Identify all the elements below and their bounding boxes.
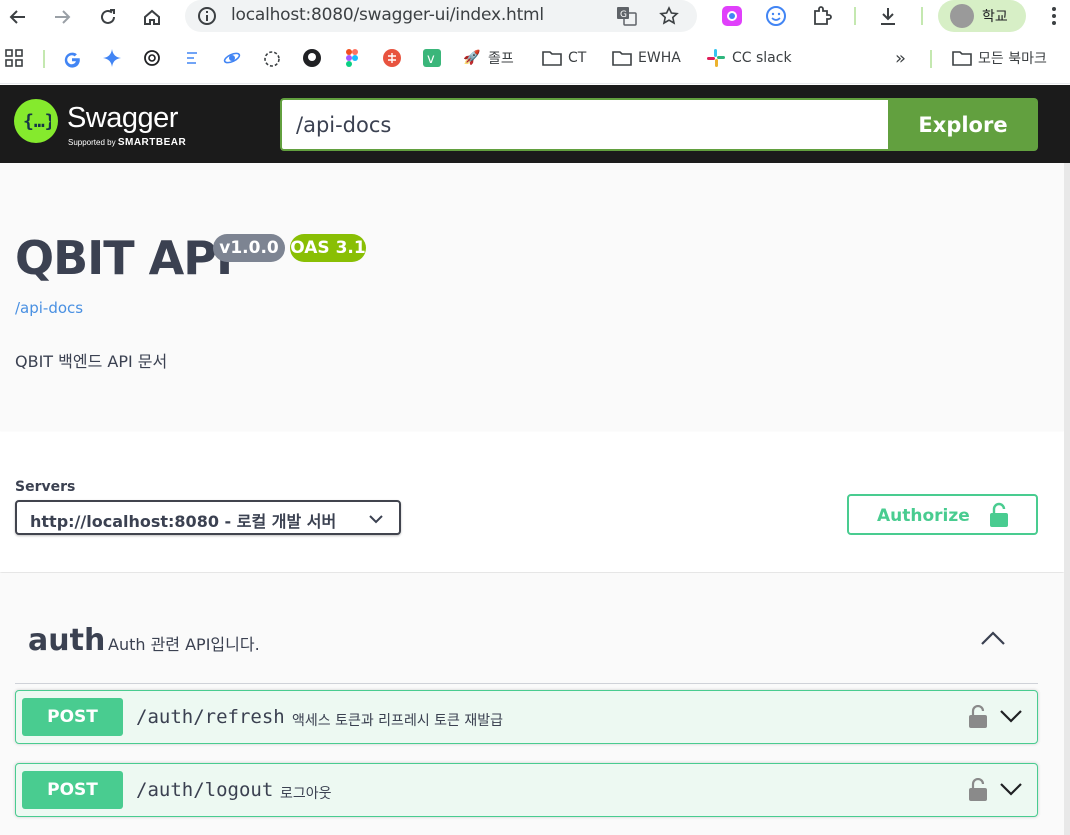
- authorize-label: Authorize: [877, 506, 970, 526]
- extension-colorful-icon[interactable]: [718, 2, 746, 30]
- translate-icon[interactable]: G: [615, 4, 639, 28]
- forward-arrow-icon: [55, 10, 71, 24]
- svg-text:G: G: [620, 10, 627, 20]
- toolbar-divider: [921, 7, 923, 25]
- notion-style-bookmark-icon[interactable]: [182, 46, 202, 70]
- bookmark-label: CC slack: [732, 50, 792, 66]
- home-button[interactable]: [138, 3, 166, 31]
- figma-icon[interactable]: [342, 46, 362, 70]
- home-icon: [144, 9, 160, 25]
- address-bar[interactable]: localhost:8080/swagger-ui/index.html G: [185, 0, 697, 32]
- tag-title[interactable]: auth: [28, 623, 105, 658]
- profile-button[interactable]: 학교: [938, 0, 1026, 32]
- browser-toolbar: localhost:8080/swagger-ui/index.html G 학…: [0, 0, 1070, 34]
- bookmarks-bar: v 🚀 졸프 CT EWHA CC slack » 모든 북마크: [0, 34, 1070, 84]
- chevron-down-icon: [369, 511, 383, 529]
- servers-label: Servers: [15, 479, 76, 495]
- bookmarks-overflow-button[interactable]: »: [895, 46, 906, 70]
- apps-grid-icon[interactable]: [4, 46, 24, 70]
- folder-icon: [542, 48, 562, 68]
- bookmark-label: CT: [568, 50, 587, 66]
- bookmark-cc-slack[interactable]: CC slack: [706, 46, 792, 70]
- servers-selected-value: http://localhost:8080 - 로컬 개발 서버: [30, 512, 337, 531]
- bookmark-label: EWHA: [638, 50, 681, 66]
- alarm-bookmark-icon[interactable]: [262, 46, 282, 70]
- lock-icon[interactable]: [968, 704, 988, 734]
- authorize-button[interactable]: Authorize: [847, 494, 1038, 535]
- extension-smiley-icon[interactable]: [762, 2, 790, 30]
- chatgpt-bookmark-icon[interactable]: [142, 46, 162, 70]
- page-scrollbar-track[interactable]: [1064, 163, 1070, 835]
- api-description: QBIT 백엔드 API 문서: [15, 352, 168, 371]
- google-bookmark-icon[interactable]: [62, 46, 82, 70]
- toolbar-divider: [854, 7, 856, 25]
- spec-url-input[interactable]: [280, 98, 888, 151]
- url-text: localhost:8080/swagger-ui/index.html: [231, 5, 544, 25]
- gemini-bookmark-icon[interactable]: [102, 46, 122, 70]
- chevron-up-icon[interactable]: [980, 629, 1006, 652]
- chevron-down-icon[interactable]: [999, 708, 1023, 729]
- vimeo-style-bookmark-icon[interactable]: v: [422, 46, 442, 70]
- all-bookmarks-label: 모든 북마크: [978, 51, 1047, 67]
- bookmark-ewha[interactable]: EWHA: [612, 46, 681, 70]
- folder-icon: [952, 48, 972, 68]
- tag-description: Auth 관련 API입니다.: [108, 635, 260, 654]
- rocket-icon: 🚀: [463, 50, 481, 66]
- avatar: [950, 4, 974, 28]
- servers-select[interactable]: http://localhost:8080 - 로컬 개발 서버: [15, 500, 401, 535]
- reload-button[interactable]: [94, 3, 122, 31]
- method-badge: POST: [22, 771, 123, 809]
- all-bookmarks[interactable]: 모든 북마크: [952, 46, 1047, 70]
- operation-summary: 액세스 토큰과 리프레시 토큰 재발급: [292, 713, 503, 729]
- planet-bookmark-icon[interactable]: [222, 46, 242, 70]
- unlock-icon: [989, 502, 1009, 533]
- bookmark-jolpu[interactable]: 🚀 졸프: [462, 46, 514, 70]
- download-icon[interactable]: [874, 2, 902, 30]
- operation-path: /auth/logout: [136, 779, 274, 801]
- forward-button[interactable]: [48, 3, 76, 31]
- version-badge: v1.0.0: [213, 234, 285, 262]
- supported-by-text: Supported by SMARTBEAR: [68, 137, 186, 148]
- slack-icon: [706, 48, 726, 68]
- bookmarks-divider: [43, 50, 45, 68]
- oas-badge: OAS 3.1: [290, 234, 366, 262]
- api-info-section: [0, 163, 1064, 431]
- lock-icon[interactable]: [968, 777, 988, 807]
- bookmark-ct[interactable]: CT: [542, 46, 586, 70]
- smartbear-label: SMARTBEAR: [117, 137, 187, 148]
- bookmark-star-icon[interactable]: [657, 4, 681, 28]
- operation-summary: 로그아웃: [280, 786, 332, 802]
- spec-link[interactable]: /api-docs: [15, 299, 83, 317]
- site-info-icon[interactable]: [195, 4, 219, 28]
- reload-icon: [101, 9, 115, 24]
- api-title: QBIT API: [15, 231, 233, 285]
- tag-divider: [15, 683, 1038, 684]
- back-arrow-icon: [9, 10, 25, 24]
- supported-by-label: Supported by: [68, 138, 116, 147]
- red-app-bookmark-icon[interactable]: [382, 46, 402, 70]
- profile-label: 학교: [982, 9, 1008, 25]
- extensions-puzzle-icon[interactable]: [808, 2, 836, 30]
- github-icon[interactable]: [302, 46, 322, 70]
- svg-text:{…}: {…}: [23, 111, 51, 132]
- bookmarks-divider: [930, 50, 932, 68]
- browser-menu-icon[interactable]: [1040, 2, 1068, 30]
- folder-icon: [612, 48, 632, 68]
- swagger-logo-icon[interactable]: {…}: [14, 99, 58, 143]
- opblock-post-auth-refresh[interactable]: POST /auth/refresh 액세스 토큰과 리프레시 토큰 재발급: [15, 690, 1038, 744]
- method-badge: POST: [22, 698, 123, 736]
- operation-path: /auth/refresh: [136, 706, 285, 728]
- bookmark-label: 졸프: [488, 51, 514, 67]
- opblock-post-auth-logout[interactable]: POST /auth/logout 로그아웃: [15, 763, 1038, 817]
- back-button[interactable]: [4, 3, 32, 31]
- swagger-brand: Swagger: [67, 102, 178, 134]
- explore-button[interactable]: Explore: [888, 98, 1038, 151]
- svg-text:v: v: [427, 52, 435, 67]
- chevron-down-icon[interactable]: [999, 781, 1023, 802]
